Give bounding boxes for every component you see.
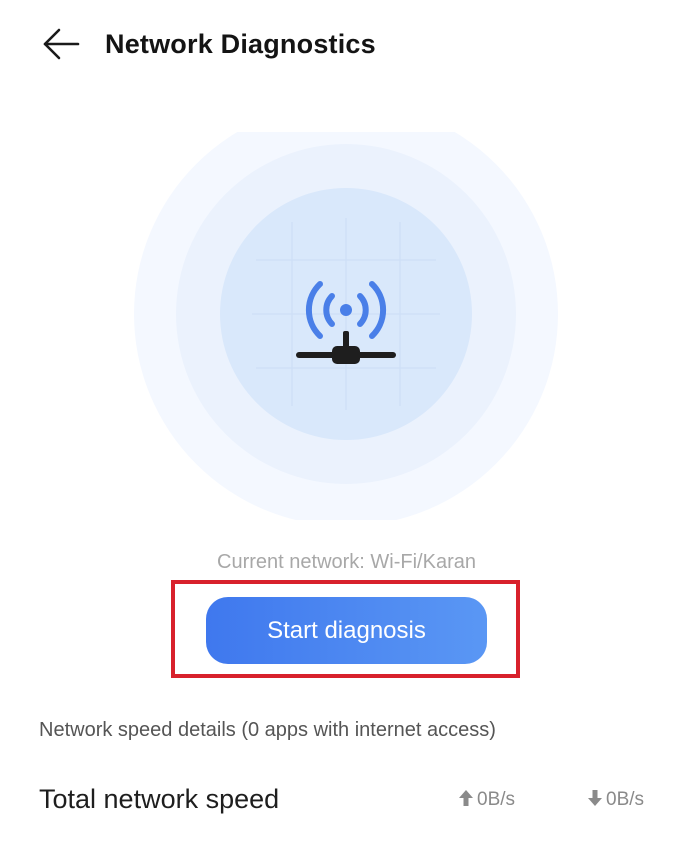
arrow-down-icon [588, 790, 602, 806]
upload-speed-value: 0B/s [477, 789, 516, 810]
arrow-up-icon [459, 790, 473, 806]
back-button[interactable] [36, 24, 84, 64]
download-speed-value: 0B/s [606, 789, 645, 810]
page-title: Network Diagnostics [105, 29, 376, 59]
network-illustration [134, 132, 558, 520]
arrow-left-icon [43, 28, 80, 60]
total-network-speed-label: Total network speed [39, 784, 280, 814]
speed-details-label[interactable]: Network speed details (0 apps with inter… [39, 716, 496, 744]
current-network-label: Current network: Wi-Fi/Karan [217, 551, 476, 573]
start-diagnosis-button[interactable]: Start diagnosis [206, 597, 487, 664]
upload-speed: 0B/s [458, 788, 515, 812]
total-network-speed-row: Total network speed 0B/s 0B/s [0, 776, 693, 820]
app-header: Network Diagnostics [0, 0, 693, 88]
download-speed: 0B/s [587, 788, 644, 812]
